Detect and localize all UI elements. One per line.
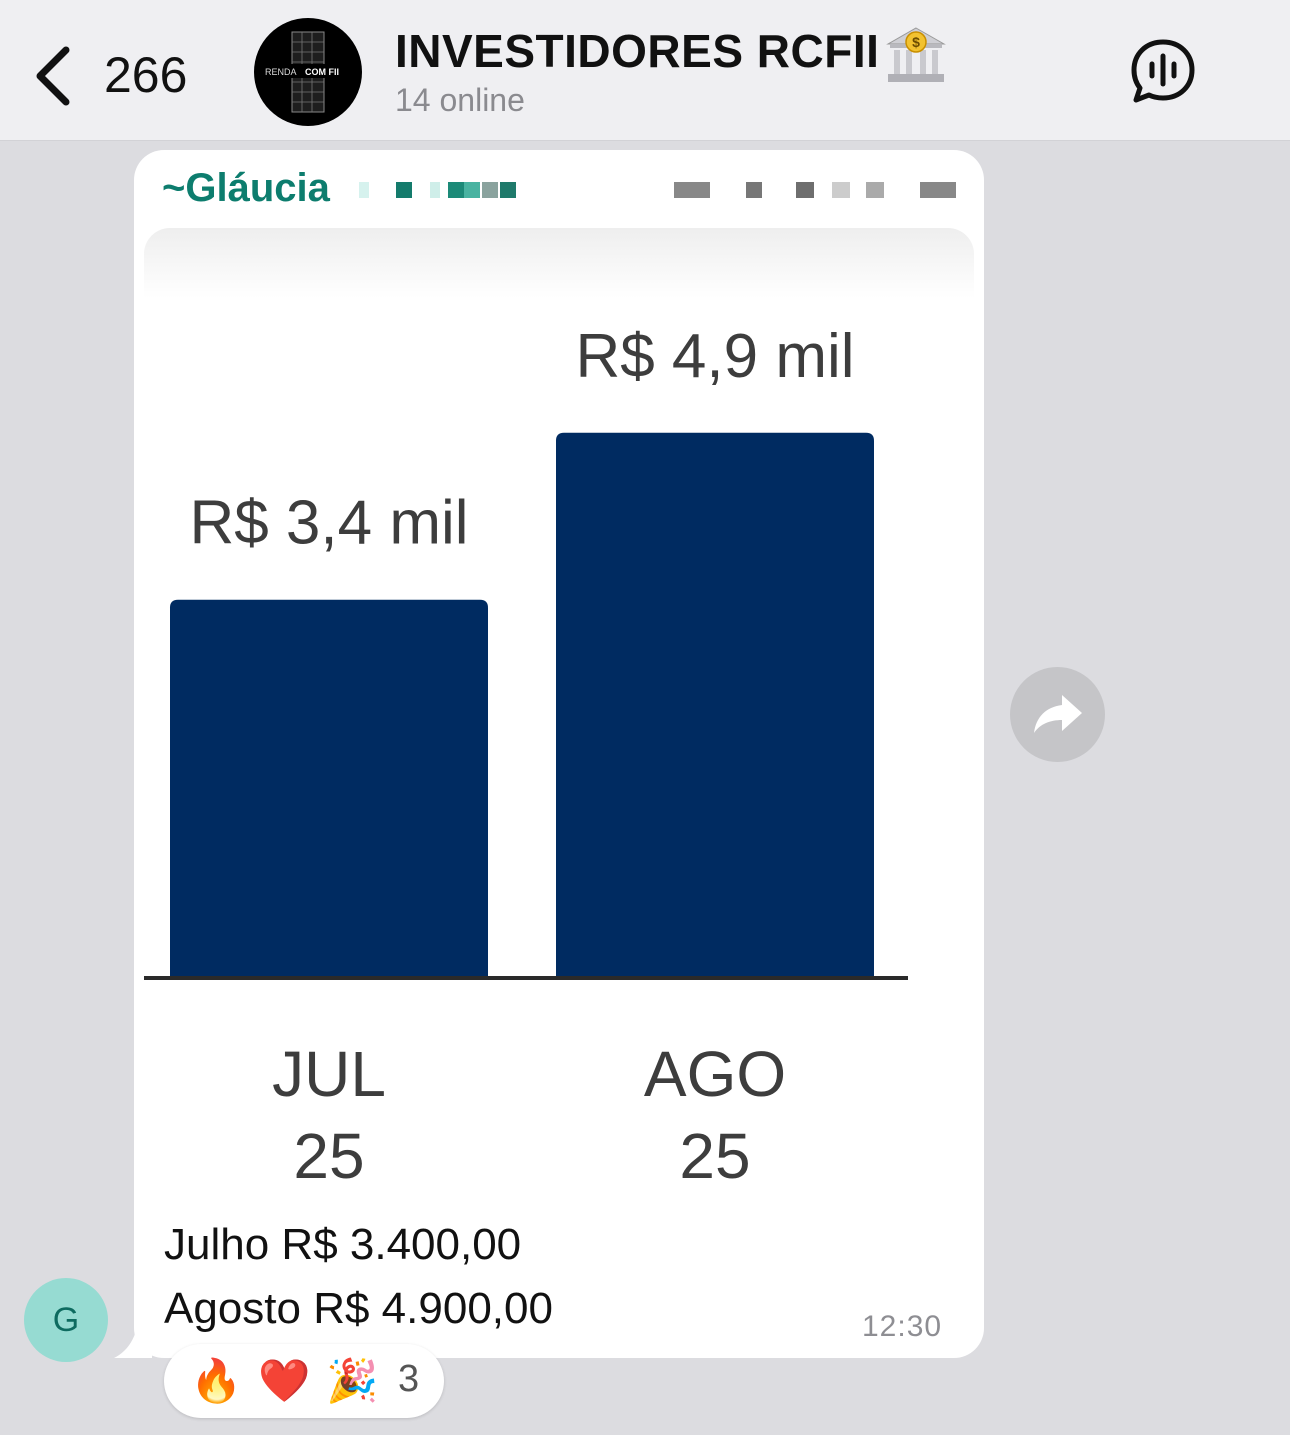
reaction-count: 3 [398,1358,420,1400]
data-label-0: R$ 3,4 mil [189,489,468,558]
svg-text:$: $ [912,34,920,50]
unread-count: 266 [104,47,188,103]
caption-line-2: Agosto R$ 4.900,00 [164,1284,553,1333]
voice-chat-icon[interactable] [1130,38,1196,104]
chat-title[interactable]: INVESTIDORES RCFII [395,24,879,78]
fire-reaction-icon[interactable]: 🔥 [190,1354,242,1408]
chat-header: 266 RENDA COM FII INVESTIDORES RCFII $ 1 [0,0,1290,141]
party-popper-reaction-icon[interactable]: 🎉 [326,1354,378,1408]
x-tick-label-1-1: 25 [679,1120,750,1192]
heart-reaction-icon[interactable]: ❤️ [258,1354,310,1408]
bar-0 [170,599,488,978]
bank-dollar-icon: $ [886,27,946,82]
data-label-1: R$ 4,9 mil [575,322,854,391]
forward-button[interactable] [1010,667,1105,762]
avatar-text-right: COM FII [305,67,339,77]
group-avatar[interactable]: RENDA COM FII [254,18,362,126]
bar-chart-image[interactable]: R$ 3,4 mil JUL 25 R$ 4,9 mil AGO 25 [134,150,984,1210]
avatar-text-left: RENDA [265,67,297,77]
reactions-bar[interactable]: 🔥 ❤️ 🎉 3 [164,1344,444,1418]
online-count: 14 online [395,82,525,118]
message-bubble[interactable]: ~Gláucia R$ 3,4 mil JUL 25 R$ 4,9 mil AGO 25 … [134,150,984,1358]
x-tick-label-0-0: JUL [272,1038,386,1110]
forward-arrow-icon [1034,695,1082,733]
bar-1 [556,432,874,979]
caption-line-1: Julho R$ 3.400,00 [164,1220,522,1269]
message-time: 12:30 [862,1310,943,1343]
x-tick-label-1-0: AGO [644,1038,786,1110]
back-button[interactable]: 266 [32,38,212,110]
sender-avatar[interactable]: G [24,1278,108,1362]
chevron-left-icon [36,46,70,106]
x-tick-label-0-1: 25 [293,1120,364,1192]
